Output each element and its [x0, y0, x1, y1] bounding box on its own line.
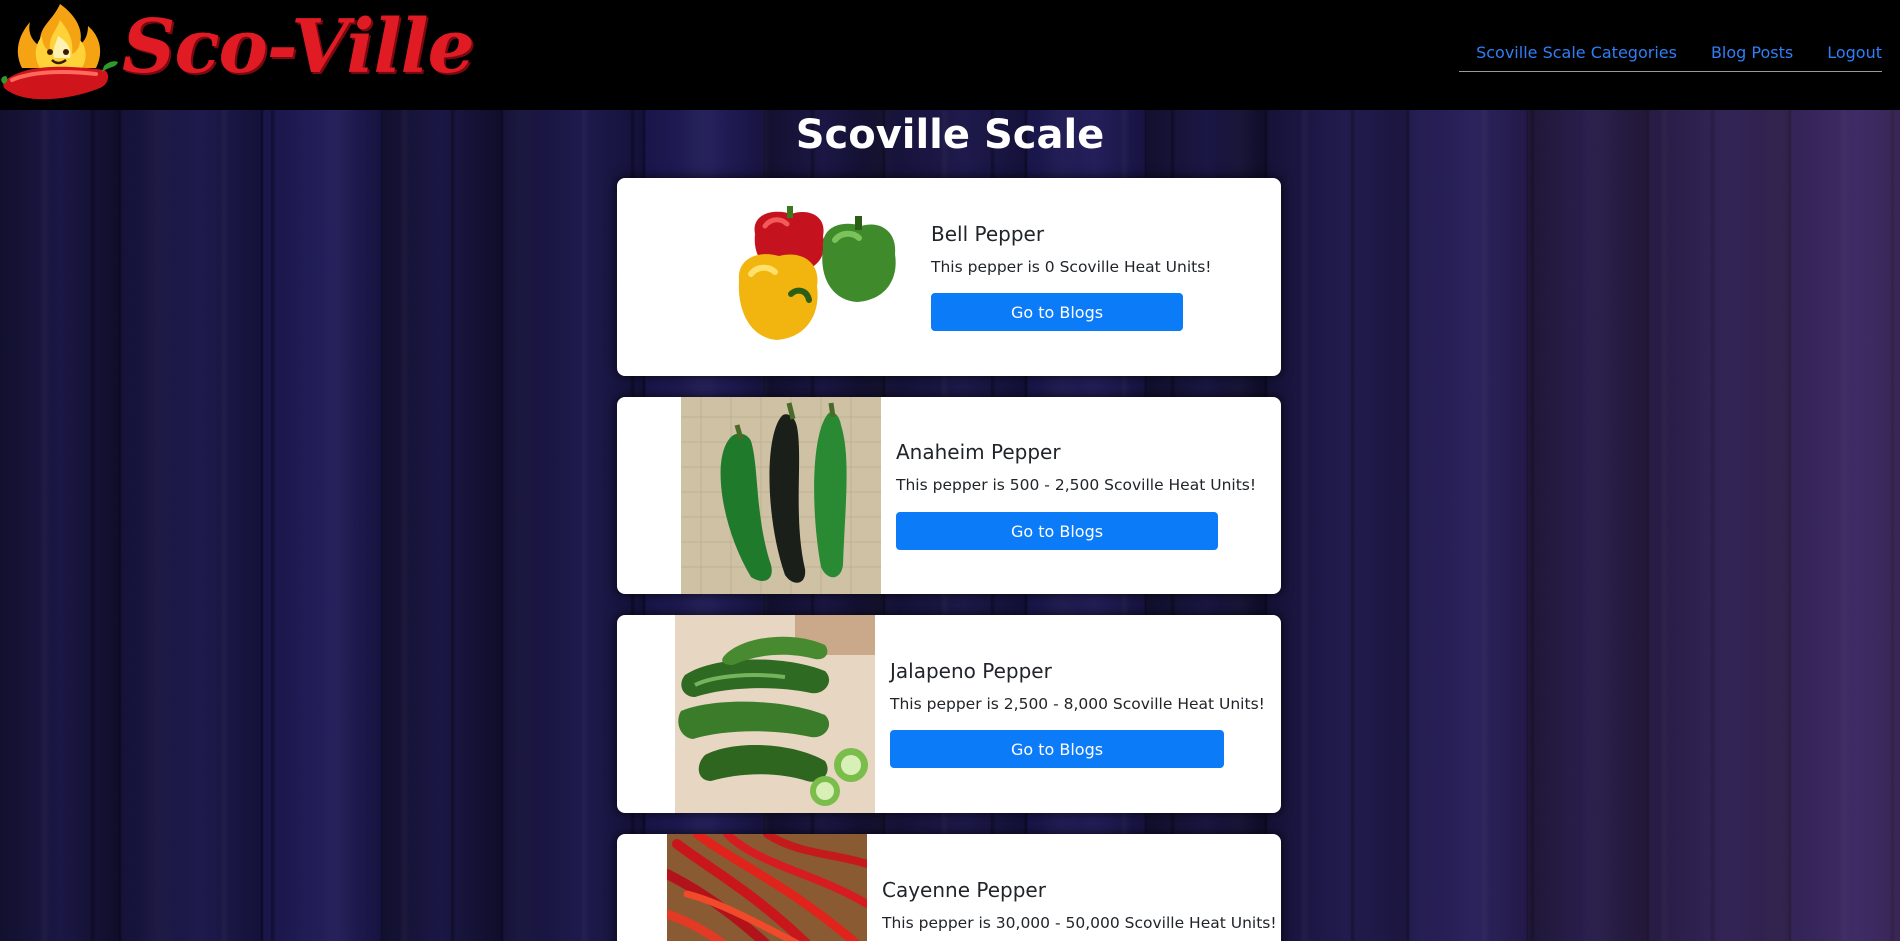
anaheim-pepper-photo — [681, 397, 881, 594]
pepper-heat-text: This pepper is 30,000 - 50,000 Scoville … — [882, 914, 1277, 932]
pepper-card-cayenne: Cayenne Pepper This pepper is 30,000 - 5… — [617, 834, 1281, 941]
pepper-card-jalapeno: Jalapeno Pepper This pepper is 2,500 - 8… — [617, 615, 1281, 813]
go-to-blogs-button[interactable]: Go to Blogs — [931, 293, 1183, 331]
nav-link-logout[interactable]: Logout — [1827, 43, 1882, 62]
pepper-name: Cayenne Pepper — [882, 878, 1046, 902]
flaming-pepper-logo — [1, 4, 118, 100]
go-to-blogs-button[interactable]: Go to Blogs — [890, 730, 1224, 768]
pepper-card-bell: Bell Pepper This pepper is 0 Scoville He… — [617, 178, 1281, 376]
pepper-name: Bell Pepper — [931, 222, 1045, 246]
brand-link[interactable]: Sco-Ville — [0, 0, 475, 110]
nav-links: Scoville Scale Categories Blog Posts Log… — [1459, 36, 1882, 72]
pepper-heat-text: This pepper is 2,500 - 8,000 Scoville He… — [890, 695, 1265, 713]
go-to-blogs-button[interactable]: Go to Blogs — [896, 512, 1218, 550]
pepper-card-anaheim: Anaheim Pepper This pepper is 500 - 2,50… — [617, 397, 1281, 594]
cayenne-pepper-photo — [667, 834, 867, 941]
jalapeno-pepper-photo — [675, 615, 875, 813]
pepper-name: Jalapeno Pepper — [890, 659, 1052, 683]
pepper-heat-text: This pepper is 0 Scoville Heat Units! — [931, 258, 1212, 276]
page-title: Scoville Scale — [795, 112, 1105, 158]
pepper-name: Anaheim Pepper — [896, 440, 1061, 464]
nav-link-scoville-scale-categories[interactable]: Scoville Scale Categories — [1476, 43, 1677, 62]
brand-name: Sco-Ville — [122, 4, 475, 90]
nav-link-blog-posts[interactable]: Blog Posts — [1711, 43, 1793, 62]
navbar: Sco-Ville Scoville Scale Categories Blog… — [0, 0, 1900, 110]
pepper-heat-text: This pepper is 500 - 2,500 Scoville Heat… — [896, 476, 1257, 494]
bell-pepper-photo — [731, 204, 903, 354]
